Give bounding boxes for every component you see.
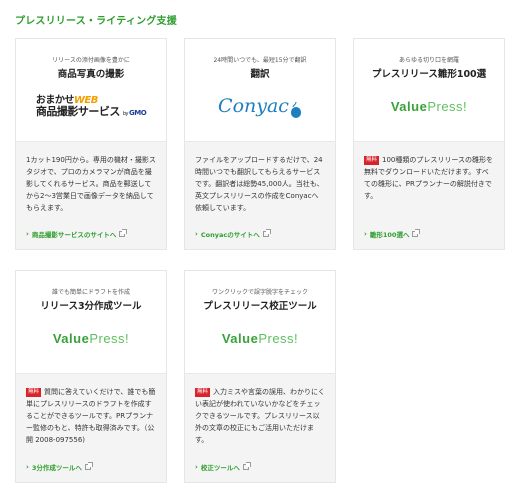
card-templates: あらゆる切り口を網羅 プレスリリース雛形100選 ValuePress! 無料 1… bbox=[353, 38, 505, 250]
card-header: 24時間いつでも、最短15分で翻訳 翻訳 Conyac bbox=[185, 39, 335, 141]
link-label: Conyacのサイトへ bbox=[200, 231, 260, 239]
card-subtitle: あらゆる切り口を網羅 bbox=[398, 57, 459, 64]
link-label: 3分作成ツールへ bbox=[31, 464, 82, 472]
chevron-right-icon: › bbox=[195, 230, 198, 238]
conyac-logo[interactable]: Conyac bbox=[185, 91, 335, 121]
card-description: ファイルをアップロードするだけで、24時間いつでも翻訳してもらえるサービスです。… bbox=[195, 156, 324, 212]
mouse-icon bbox=[290, 101, 301, 118]
logo-part-1: Value bbox=[221, 330, 259, 346]
external-link-icon bbox=[119, 229, 128, 237]
conyac-link[interactable]: › Conyacのサイトへ bbox=[195, 229, 271, 239]
free-badge: 無料 bbox=[364, 156, 380, 165]
external-link-icon bbox=[242, 462, 251, 470]
card-subtitle: ワンクリックで誤字脱字をチェック bbox=[211, 289, 308, 296]
link-label: 校正ツールへ bbox=[200, 464, 240, 472]
gmo-logo-web: WEB bbox=[73, 94, 98, 106]
gmo-logo[interactable]: おまかせWEB 商品撮影サービス by GMO bbox=[16, 91, 166, 121]
free-badge: 無料 bbox=[195, 388, 211, 397]
valuepress-logo[interactable]: ValuePress! bbox=[354, 91, 504, 121]
chevron-right-icon: › bbox=[26, 463, 29, 471]
external-link-icon bbox=[84, 462, 93, 470]
gmo-brand: GMO bbox=[128, 108, 147, 117]
card-proofread-tool: ワンクリックで誤字脱字をチェック プレスリリース校正ツール ValuePress… bbox=[184, 270, 336, 483]
logo-part-2: Press! bbox=[89, 330, 130, 346]
card-subtitle: 24時間いつでも、最短15分で翻訳 bbox=[213, 57, 307, 64]
product-photo-link[interactable]: › 商品撮影サービスのサイトへ bbox=[26, 229, 128, 239]
card-title: 商品写真の撮影 bbox=[57, 69, 125, 80]
card-description: 無料 100種類のプレスリリースの雛形を無料でダウンロードいただけます。すべての雛… bbox=[364, 154, 494, 202]
card-header: 誰でも簡単にドラフトを作成 リリース3分作成ツール ValuePress! bbox=[16, 271, 166, 373]
card-subtitle: 誰でも簡単にドラフトを作成 bbox=[51, 289, 130, 296]
card-header: リリースの添付画像を豊かに 商品写真の撮影 おまかせWEB 商品撮影サービス by… bbox=[16, 39, 166, 141]
external-link-icon bbox=[412, 229, 421, 237]
card-subtitle: リリースの添付画像を豊かに bbox=[52, 57, 130, 64]
description-text: 入力ミスや言葉の誤用、わかりにくい表記が使われていないかなどをチェックできるツー… bbox=[195, 388, 325, 444]
card-body: 無料 100種類のプレスリリースの雛形を無料でダウンロードいただけます。すべての雛… bbox=[354, 141, 504, 249]
card-translation: 24時間いつでも、最短15分で翻訳 翻訳 Conyac ファイルをアップロードす… bbox=[184, 38, 336, 250]
card-title: リリース3分作成ツール bbox=[40, 301, 142, 312]
valuepress-logo[interactable]: ValuePress! bbox=[16, 323, 166, 353]
card-body: ファイルをアップロードするだけで、24時間いつでも翻訳してもらえるサービスです。… bbox=[185, 141, 335, 249]
card-title: プレスリリース雛形100選 bbox=[371, 69, 487, 80]
draft-tool-link[interactable]: › 3分作成ツールへ bbox=[26, 462, 93, 472]
chevron-right-icon: › bbox=[195, 463, 198, 471]
card-body: 1カット190円から。専用の機材・撮影スタジオで、プロのカメラマンが商品を撮影し… bbox=[16, 141, 166, 249]
chevron-right-icon: › bbox=[364, 230, 367, 238]
card-header: あらゆる切り口を網羅 プレスリリース雛形100選 ValuePress! bbox=[354, 39, 504, 141]
chevron-right-icon: › bbox=[26, 230, 29, 238]
templates-link[interactable]: › 雛形100選へ bbox=[364, 229, 421, 239]
card-body: 無料 質問に答えていくだけで、誰でも簡単にプレスリリースのドラフトを作成することが… bbox=[16, 373, 166, 482]
card-title: 翻訳 bbox=[250, 69, 270, 80]
conyac-logo-text: Conyac bbox=[218, 95, 289, 117]
card-description: 1カット190円から。専用の機材・撮影スタジオで、プロのカメラマンが商品を撮影し… bbox=[26, 156, 156, 212]
logo-part-2: Press! bbox=[427, 98, 468, 114]
card-description: 無料 質問に答えていくだけで、誰でも簡単にプレスリリースのドラフトを作成することが… bbox=[26, 386, 156, 446]
card-title: プレスリリース校正ツール bbox=[203, 301, 317, 312]
link-label: 商品撮影サービスのサイトへ bbox=[31, 231, 117, 239]
description-text: 100種類のプレスリリースの雛形を無料でダウンロードいただけます。すべての雛形に… bbox=[364, 156, 494, 200]
card-body: 無料 入力ミスや言葉の誤用、わかりにくい表記が使われていないかなどをチェックできる… bbox=[185, 373, 335, 482]
description-text: 質問に答えていくだけで、誰でも簡単にプレスリリースのドラフトを作成することができ… bbox=[26, 388, 156, 444]
gmo-logo-text-2: 商品撮影サービス bbox=[35, 104, 121, 118]
external-link-icon bbox=[262, 229, 271, 237]
free-badge: 無料 bbox=[26, 388, 42, 397]
link-label: 雛形100選へ bbox=[369, 231, 410, 239]
logo-part-1: Value bbox=[390, 98, 428, 114]
gmo-logo-by: by bbox=[122, 110, 129, 117]
logo-part-1: Value bbox=[52, 330, 90, 346]
card-draft-tool: 誰でも簡単にドラフトを作成 リリース3分作成ツール ValuePress! 無料… bbox=[15, 270, 167, 483]
logo-part-2: Press! bbox=[258, 330, 299, 346]
card-product-photo: リリースの添付画像を豊かに 商品写真の撮影 おまかせWEB 商品撮影サービス by… bbox=[15, 38, 167, 250]
section-title: プレスリリース・ライティング支援 bbox=[15, 16, 177, 27]
card-description: 無料 入力ミスや言葉の誤用、わかりにくい表記が使われていないかなどをチェックできる… bbox=[195, 386, 325, 446]
card-header: ワンクリックで誤字脱字をチェック プレスリリース校正ツール ValuePress… bbox=[185, 271, 335, 373]
gmo-logo-text-1: おまかせ bbox=[35, 94, 75, 106]
valuepress-logo[interactable]: ValuePress! bbox=[185, 323, 335, 353]
proofread-tool-link[interactable]: › 校正ツールへ bbox=[195, 462, 251, 472]
